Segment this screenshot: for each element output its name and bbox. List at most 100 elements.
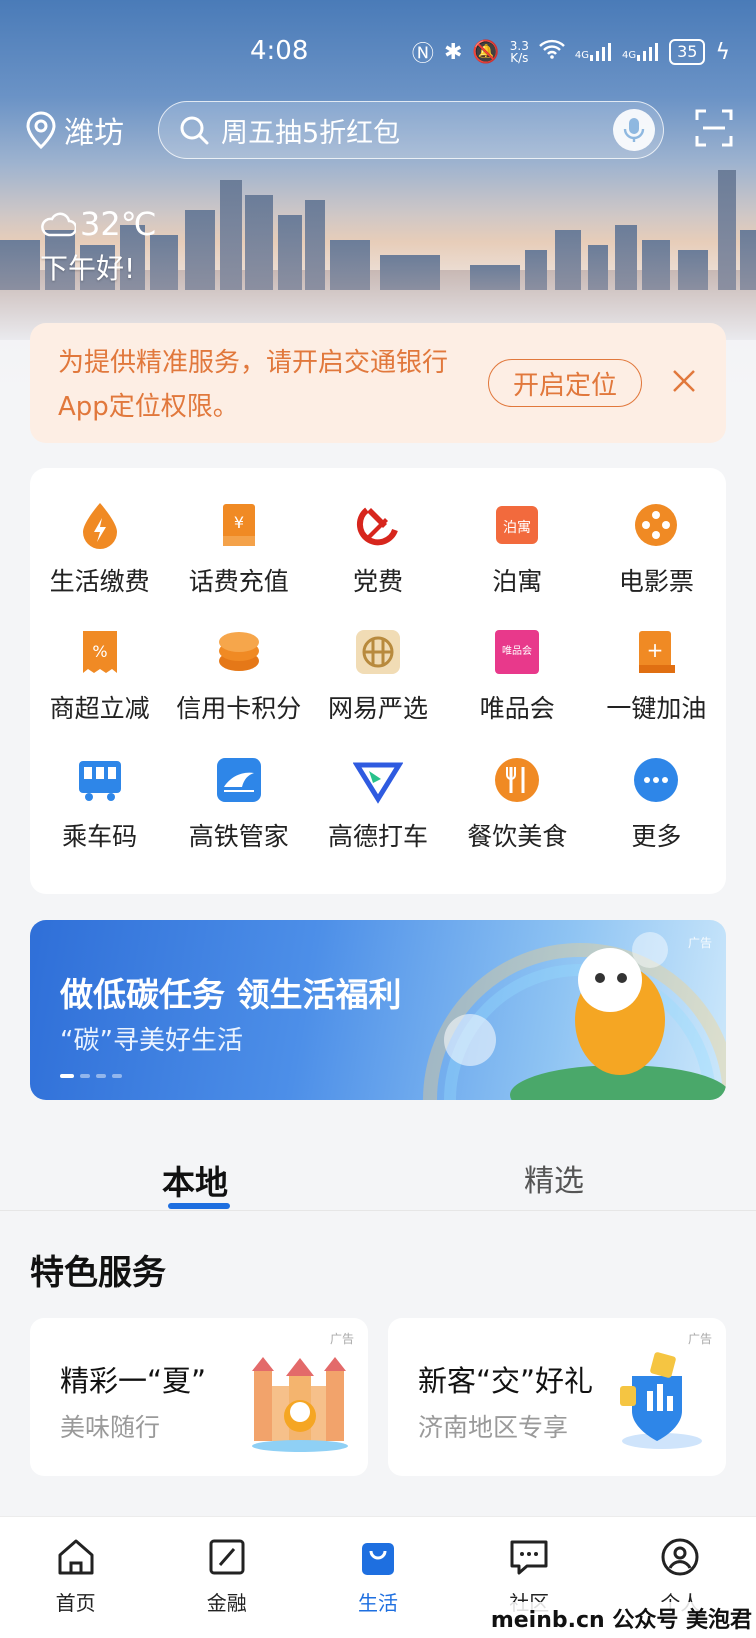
nav-label: 生活 (358, 1591, 398, 1615)
service-party-fee[interactable]: 党费 (308, 490, 447, 617)
svg-text:泊寓: 泊寓 (503, 519, 531, 536)
status-icons: Ⓝ ✱ 🔕 3.3 K/s 4G 4G 35 ϟ (412, 36, 730, 68)
active-tab-indicator (168, 1203, 230, 1209)
card-subtitle: 济南地区专享 (418, 1413, 569, 1442)
castle-mascot-illustration (252, 1357, 348, 1452)
service-more[interactable]: 更多 (587, 745, 726, 872)
ad-label: 广告 (329, 1332, 354, 1346)
service-label: 餐饮美食 (467, 821, 568, 851)
nav-life[interactable]: 生活 (302, 1517, 453, 1638)
svg-text:+: + (647, 638, 664, 662)
weather-widget: 32℃ 下午好! (40, 205, 157, 287)
party-emblem-icon (356, 507, 398, 546)
ad-label: 广告 (687, 936, 712, 950)
amap-taxi-icon (352, 762, 403, 804)
netease-yanxuan-icon (355, 630, 400, 675)
top-bar: 潍坊 周五抽5折红包 (0, 96, 756, 166)
vip-logo-icon: 唯品会 (495, 630, 540, 675)
service-phone-recharge[interactable]: ¥ 话费充值 (169, 490, 308, 617)
service-fuel[interactable]: + 一键加油 (587, 617, 726, 744)
service-boyu[interactable]: 泊寓 泊寓 (448, 490, 587, 617)
service-bus-code[interactable]: 乘车码 (30, 745, 169, 872)
content-tabs: 本地 精选 (0, 1150, 756, 1210)
service-label: 党费 (352, 567, 403, 596)
ad-label: 广告 (687, 1332, 712, 1346)
service-label: 信用卡积分 (176, 694, 302, 724)
signal-icon-1: 4G (575, 43, 612, 61)
carousel-indicator (60, 1074, 122, 1078)
service-label: 商超立减 (49, 694, 150, 724)
carousel-dot (112, 1074, 122, 1078)
svg-text:%: % (92, 642, 107, 661)
weather-temperature-row: 32℃ (40, 205, 157, 243)
microphone-icon (623, 118, 645, 142)
search-bar[interactable]: 周五抽5折红包 (158, 101, 664, 159)
service-amap-taxi[interactable]: 高德打车 (308, 745, 447, 872)
tab-featured[interactable]: 精选 (524, 1156, 584, 1200)
service-label: 更多 (631, 821, 682, 851)
person-icon (661, 1538, 699, 1576)
notice-text: 为提供精准服务，请开启交通银行App定位权限。 (58, 348, 449, 422)
search-placeholder: 周五抽5折红包 (221, 117, 401, 149)
bus-qr-icon (78, 760, 121, 801)
status-bar: 4:08 Ⓝ ✱ 🔕 3.3 K/s 4G 4G 35 ϟ (0, 0, 756, 110)
section-title: 特色服务 (30, 1253, 166, 1293)
service-train-steward[interactable]: 高铁管家 (169, 745, 308, 872)
card-subtitle: 美味随行 (60, 1413, 161, 1442)
fuel-icon: + (639, 631, 676, 674)
enable-location-button[interactable]: 开启定位 (488, 359, 642, 407)
wifi-icon (539, 39, 565, 65)
divider (0, 1210, 756, 1211)
service-label: 一键加油 (606, 694, 707, 724)
network-speed: 3.3 K/s (509, 39, 529, 65)
film-reel-icon (635, 504, 678, 546)
status-time: 4:08 (250, 36, 309, 66)
chat-icon (510, 1540, 548, 1575)
service-supermarket-discount[interactable]: % 商超立减 (30, 617, 169, 744)
battery-indicator: 35 (669, 39, 706, 65)
carousel-dot (80, 1074, 90, 1078)
more-icon (634, 757, 679, 802)
service-label: 网易严选 (327, 694, 428, 724)
service-label: 电影票 (618, 567, 694, 596)
finance-icon (209, 1539, 245, 1575)
shopping-bag-icon (362, 1543, 394, 1575)
banner-subtitle: “碳”寻美好生活 (60, 1026, 243, 1056)
greeting-text: 下午好! (40, 252, 136, 285)
card-title: 精彩一“夏” (60, 1364, 207, 1398)
nav-label: 金融 (206, 1591, 247, 1615)
nav-home[interactable]: 首页 (0, 1517, 151, 1638)
cloud-icon (41, 212, 76, 237)
location-pin-icon (26, 111, 56, 149)
service-label: 话费充值 (188, 567, 289, 596)
home-icon (58, 1539, 94, 1575)
nav-finance[interactable]: 金融 (151, 1517, 302, 1638)
carousel-dot (60, 1074, 74, 1078)
service-credit-points[interactable]: 信用卡积分 (169, 617, 308, 744)
tab-local[interactable]: 本地 (162, 1156, 228, 1204)
mute-bell-icon: 🔕 (472, 39, 500, 65)
voice-search-button[interactable] (613, 109, 655, 151)
service-netease-yanxuan[interactable]: 网易严选 (308, 617, 447, 744)
card-title: 新客“交”好礼 (418, 1364, 594, 1398)
location-selector[interactable]: 潍坊 (24, 108, 124, 152)
watermark-text: meinb.cn 公众号 美泡君 (486, 1602, 756, 1634)
close-icon[interactable] (670, 367, 698, 395)
network-type-2: 4G (622, 50, 637, 61)
low-carbon-banner[interactable]: 做低碳任务 领生活福利 “碳”寻美好生活 广告 (30, 920, 726, 1100)
rainbow-mascot-illustration (423, 932, 726, 1100)
service-dining[interactable]: 餐饮美食 (448, 745, 587, 872)
svg-text:¥: ¥ (234, 513, 244, 532)
service-grid: 生活缴费 ¥ 话费充值 党费 泊寓 泊寓 电影票 % 商超立减 信用卡积分 网易… (30, 468, 726, 894)
service-label: 高德打车 (327, 821, 428, 851)
scan-icon[interactable] (694, 108, 734, 148)
service-vip[interactable]: 唯品会 唯品会 (448, 617, 587, 744)
location-permission-notice: 为提供精准服务，请开启交通银行App定位权限。 开启定位 (30, 323, 726, 443)
feature-card-summer[interactable]: 广告 精彩一“夏” 美味随行 (30, 1318, 368, 1476)
feature-card-new-customer[interactable]: 广告 新客“交”好礼 济南地区专享 (388, 1318, 726, 1476)
service-movie-ticket[interactable]: 电影票 (587, 490, 726, 617)
service-label: 唯品会 (479, 694, 555, 724)
service-life-payment[interactable]: 生活缴费 (30, 490, 169, 617)
service-label: 乘车码 (62, 821, 138, 851)
service-label: 泊寓 (492, 567, 543, 596)
